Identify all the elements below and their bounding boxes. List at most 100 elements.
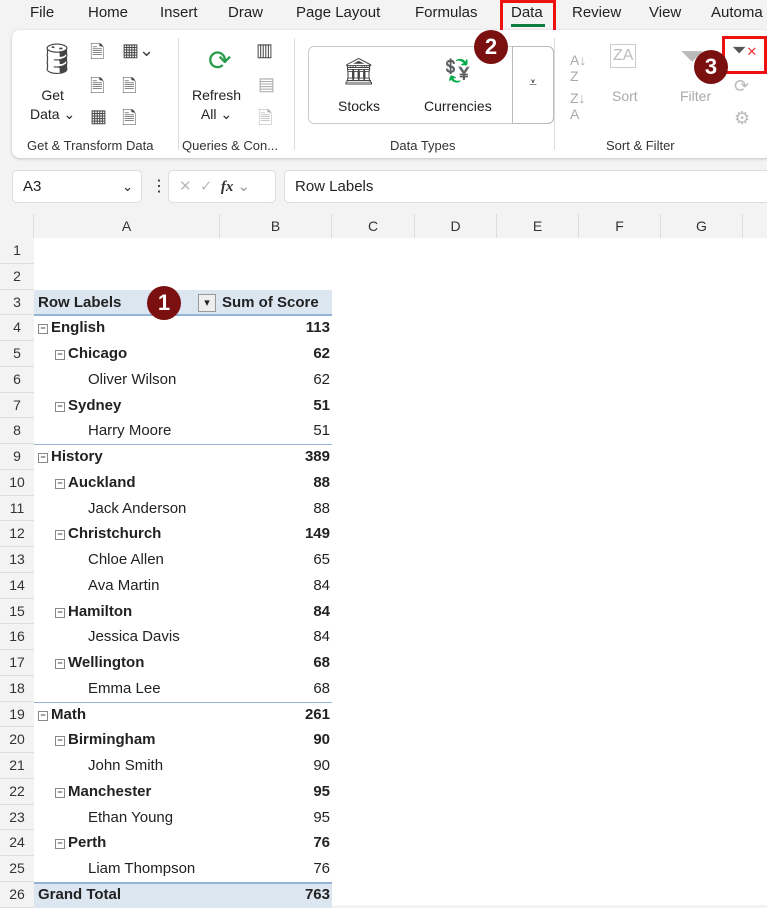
name-box[interactable]: A3 ⌄ — [12, 170, 142, 203]
recent-sources-icon[interactable]: 🗎 — [122, 74, 136, 104]
collapse-icon[interactable]: − — [55, 787, 65, 798]
row-header[interactable]: 9 — [0, 444, 34, 470]
reapply-icon[interactable]: ⟳ — [734, 76, 749, 97]
row-header[interactable]: 10 — [0, 469, 34, 496]
pivot-row-value[interactable]: 90 — [220, 753, 330, 779]
column-header-D[interactable]: D — [415, 214, 497, 238]
pivot-row-value[interactable]: 95 — [220, 805, 330, 831]
pivot-row-value[interactable]: 62 — [220, 341, 330, 367]
sort-a-z-icon[interactable]: A↓ Z — [570, 52, 586, 84]
row-header[interactable]: 19 — [0, 701, 34, 728]
pivot-row-label[interactable]: Emma Lee — [88, 676, 161, 702]
grand-total-value[interactable]: 763 — [220, 882, 330, 908]
pivot-row-value[interactable]: 68 — [220, 650, 330, 676]
pivot-row-value[interactable]: 88 — [220, 470, 330, 496]
row-header[interactable]: 2 — [0, 263, 34, 290]
collapse-icon[interactable]: − — [38, 453, 48, 463]
pivot-header-row-labels[interactable]: Row Labels — [38, 290, 121, 316]
column-header-F[interactable]: F — [579, 214, 661, 238]
tab-review[interactable]: Review — [572, 4, 621, 21]
collapse-icon[interactable]: − — [55, 736, 65, 747]
pivot-row-label[interactable]: Liam Thompson — [88, 856, 195, 882]
pivot-row-label[interactable]: − Hamilton — [55, 599, 132, 625]
row-header[interactable]: 14 — [0, 572, 34, 599]
row-header[interactable]: 4 — [0, 315, 34, 341]
advanced-filter-icon[interactable]: ⚙ — [734, 108, 750, 129]
pivot-row-value[interactable]: 51 — [220, 393, 330, 419]
pivot-row-label[interactable]: − Math — [38, 702, 86, 728]
edit-links-icon[interactable]: 🗎 — [258, 106, 272, 136]
collapse-icon[interactable]: − — [55, 530, 65, 541]
pivot-row-value[interactable]: 51 — [220, 418, 330, 444]
collapse-icon[interactable]: − — [55, 401, 65, 412]
collapse-icon[interactable]: − — [38, 710, 48, 721]
tab-insert[interactable]: Insert — [160, 4, 198, 21]
pivot-row-value[interactable]: 88 — [220, 496, 330, 522]
pivot-row-label[interactable]: Ethan Young — [88, 805, 173, 831]
pivot-row-label[interactable]: − English — [38, 315, 105, 341]
pivot-row-value[interactable]: 84 — [220, 573, 330, 599]
pivot-row-value[interactable]: 84 — [220, 599, 330, 625]
refresh-all-button[interactable]: Refresh All ⌄ — [192, 86, 241, 124]
tab-page-layout[interactable]: Page Layout — [296, 4, 380, 21]
row-header[interactable]: 16 — [0, 624, 34, 650]
row-header[interactable]: 20 — [0, 727, 34, 753]
row-header[interactable]: 5 — [0, 341, 34, 367]
pivot-row-label[interactable]: Chloe Allen — [88, 547, 164, 573]
collapse-icon[interactable]: − — [55, 607, 65, 618]
pivot-row-label[interactable]: − Sydney — [55, 393, 121, 419]
row-header[interactable]: 11 — [0, 495, 34, 522]
row-header[interactable]: 25 — [0, 856, 34, 882]
tab-view[interactable]: View — [649, 4, 681, 21]
pivot-row-label[interactable]: Jessica Davis — [88, 624, 180, 650]
fx-icon[interactable]: fx — [221, 179, 234, 195]
column-header-A[interactable]: A — [34, 214, 220, 238]
pivot-row-label[interactable]: − Chicago — [55, 341, 127, 367]
select-all-corner[interactable] — [0, 214, 34, 238]
pivot-row-label[interactable]: − Manchester — [55, 779, 151, 805]
collapse-icon[interactable]: − — [38, 324, 48, 335]
tab-automa[interactable]: Automa — [711, 4, 763, 21]
row-header[interactable]: 26 — [0, 881, 34, 908]
collapse-icon[interactable]: − — [55, 839, 65, 850]
row-header[interactable]: 13 — [0, 547, 34, 573]
row-header[interactable]: 23 — [0, 804, 34, 831]
filter-dropdown-icon[interactable]: ▾ — [198, 293, 216, 312]
column-header-E[interactable]: E — [497, 214, 579, 238]
pivot-row-label[interactable]: − History — [38, 444, 103, 470]
from-table-icon[interactable]: ▦ — [90, 106, 107, 127]
row-header[interactable]: 6 — [0, 366, 34, 393]
from-web-icon[interactable]: 🗎 — [90, 74, 104, 104]
get-data-button[interactable]: Get Data ⌄ — [30, 86, 75, 124]
tab-file[interactable]: File — [30, 4, 54, 21]
row-header[interactable]: 1 — [0, 238, 34, 264]
pivot-row-value[interactable]: 62 — [220, 367, 330, 393]
row-header[interactable]: 12 — [0, 521, 34, 547]
column-header-G[interactable]: G — [661, 214, 743, 238]
row-header[interactable]: 17 — [0, 650, 34, 676]
row-header[interactable]: 7 — [0, 392, 34, 419]
pivot-row-value[interactable]: 65 — [220, 547, 330, 573]
column-header-B[interactable]: B — [220, 214, 332, 238]
row-header[interactable]: 21 — [0, 753, 34, 779]
tab-home[interactable]: Home — [88, 4, 128, 21]
column-header-C[interactable]: C — [332, 214, 415, 238]
pivot-row-label[interactable]: − Auckland — [55, 470, 136, 496]
pivot-row-label[interactable]: Harry Moore — [88, 418, 171, 444]
currencies-button[interactable]: Currencies — [424, 98, 492, 114]
pivot-row-label[interactable]: Jack Anderson — [88, 496, 186, 522]
pivot-row-value[interactable]: 95 — [220, 779, 330, 805]
collapse-icon[interactable]: − — [55, 350, 65, 360]
pivot-row-value[interactable]: 149 — [220, 521, 330, 547]
sort-z-a-icon[interactable]: Z↓ A — [570, 90, 586, 122]
filter-button[interactable]: Filter — [680, 88, 711, 104]
from-text-icon[interactable]: 🗎 — [90, 40, 104, 70]
tab-formulas[interactable]: Formulas — [415, 4, 478, 21]
pivot-row-label[interactable]: − Wellington — [55, 650, 144, 676]
collapse-icon[interactable]: − — [55, 478, 65, 489]
row-header[interactable]: 3 — [0, 289, 34, 316]
data-types-more-button[interactable]: ⩡ — [512, 46, 554, 124]
pivot-row-value[interactable]: 261 — [220, 702, 330, 728]
pivot-row-value[interactable]: 76 — [220, 856, 330, 882]
tab-draw[interactable]: Draw — [228, 4, 263, 21]
